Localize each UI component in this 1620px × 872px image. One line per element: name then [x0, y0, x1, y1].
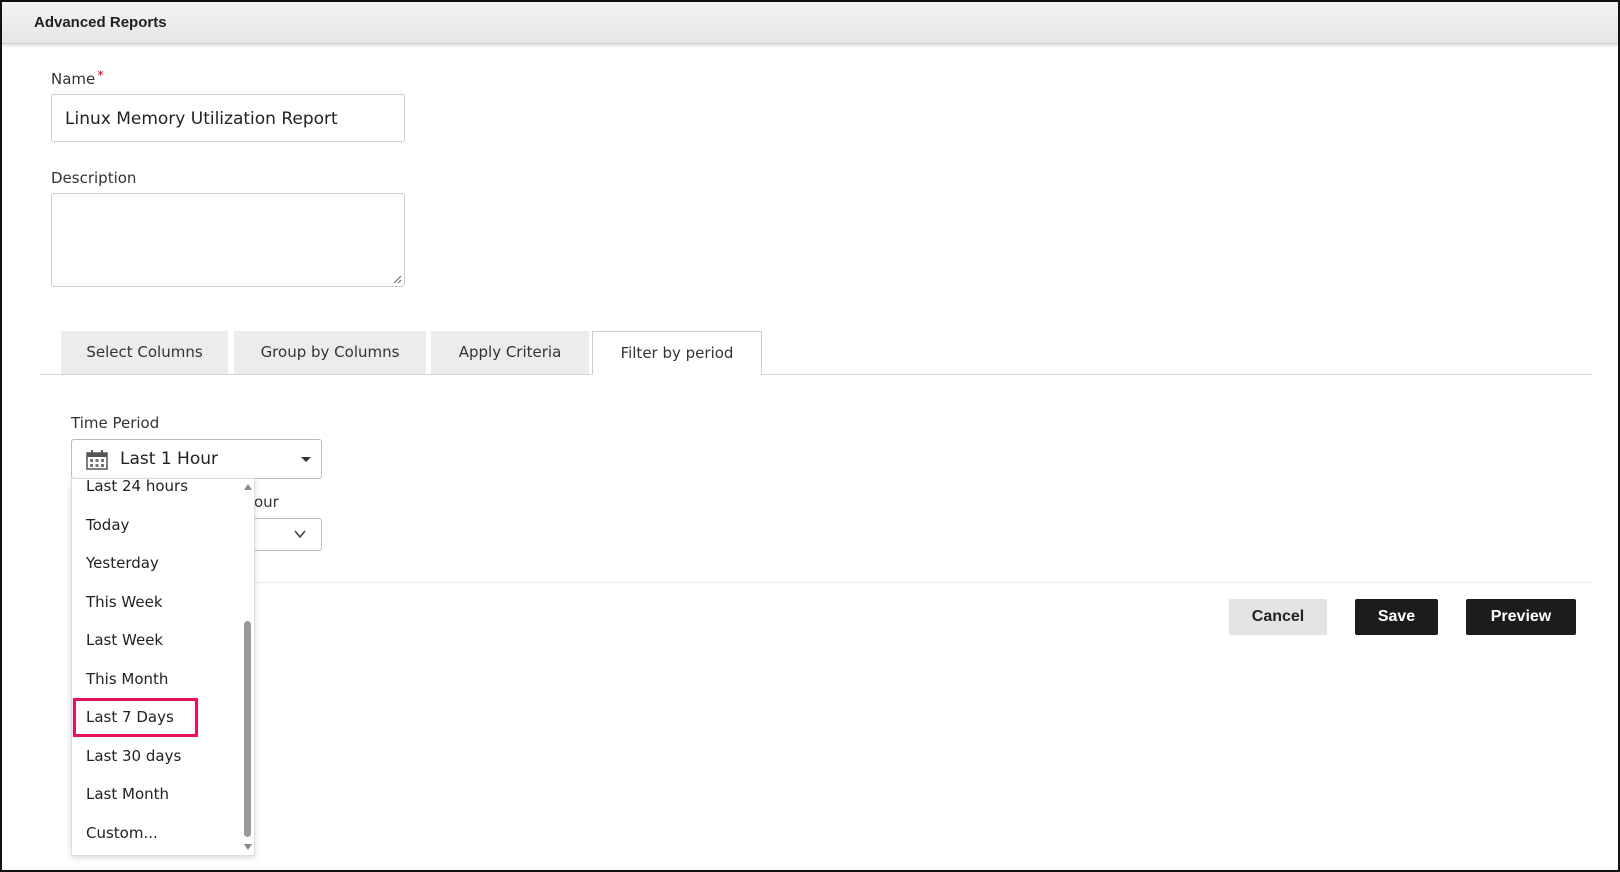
tabs-underline — [40, 374, 1592, 375]
caret-down-icon — [301, 457, 311, 462]
form-divider — [232, 582, 1592, 583]
time-period-dropdown[interactable]: Last 24 hours Today Yesterday This Week … — [71, 478, 255, 856]
option-last-24-hours[interactable]: Last 24 hours — [72, 479, 242, 506]
hour-label: our — [254, 493, 279, 511]
cancel-button[interactable]: Cancel — [1229, 599, 1327, 635]
tab-filter-by-period[interactable]: Filter by period — [592, 331, 762, 375]
preview-button[interactable]: Preview — [1466, 599, 1576, 635]
scrollbar-thumb[interactable] — [244, 621, 251, 837]
option-today[interactable]: Today — [72, 506, 242, 545]
description-label: Description — [51, 169, 137, 187]
option-last-month[interactable]: Last Month — [72, 775, 242, 814]
time-period-value: Last 1 Hour — [120, 449, 218, 469]
dropdown-scrollbar[interactable] — [241, 479, 254, 855]
advanced-reports-window: Advanced Reports Name * Linux Memory Util… — [0, 0, 1620, 872]
name-input[interactable]: Linux Memory Utilization Report — [51, 94, 405, 142]
tab-group-by-columns[interactable]: Group by Columns — [234, 331, 426, 374]
time-period-label: Time Period — [71, 414, 160, 432]
tab-select-columns[interactable]: Select Columns — [61, 331, 228, 374]
window-title: Advanced Reports — [34, 14, 167, 31]
name-label-text: Name — [51, 70, 96, 88]
required-mark: * — [97, 69, 104, 84]
option-this-week[interactable]: This Week — [72, 583, 242, 622]
resize-handle-icon[interactable] — [392, 274, 402, 284]
scroll-up-arrow-icon[interactable] — [244, 484, 252, 490]
name-label: Name * — [51, 69, 104, 88]
option-this-month[interactable]: This Month — [72, 660, 242, 699]
calendar-icon — [86, 450, 108, 470]
tab-apply-criteria[interactable]: Apply Criteria — [431, 331, 589, 374]
description-textarea[interactable] — [51, 193, 405, 287]
option-custom[interactable]: Custom... — [72, 814, 242, 853]
name-input-value: Linux Memory Utilization Report — [65, 109, 338, 129]
save-button[interactable]: Save — [1355, 599, 1438, 635]
title-bar: Advanced Reports — [2, 2, 1618, 44]
option-last-week[interactable]: Last Week — [72, 621, 242, 660]
scroll-down-arrow-icon[interactable] — [244, 844, 252, 850]
option-yesterday[interactable]: Yesterday — [72, 544, 242, 583]
option-last-7-days[interactable]: Last 7 Days — [73, 698, 198, 737]
chevron-down-icon — [294, 530, 306, 539]
time-period-options: Last 24 hours Today Yesterday This Week … — [72, 479, 242, 853]
option-last-30-days[interactable]: Last 30 days — [72, 737, 242, 776]
time-period-select[interactable]: Last 1 Hour — [71, 439, 322, 479]
